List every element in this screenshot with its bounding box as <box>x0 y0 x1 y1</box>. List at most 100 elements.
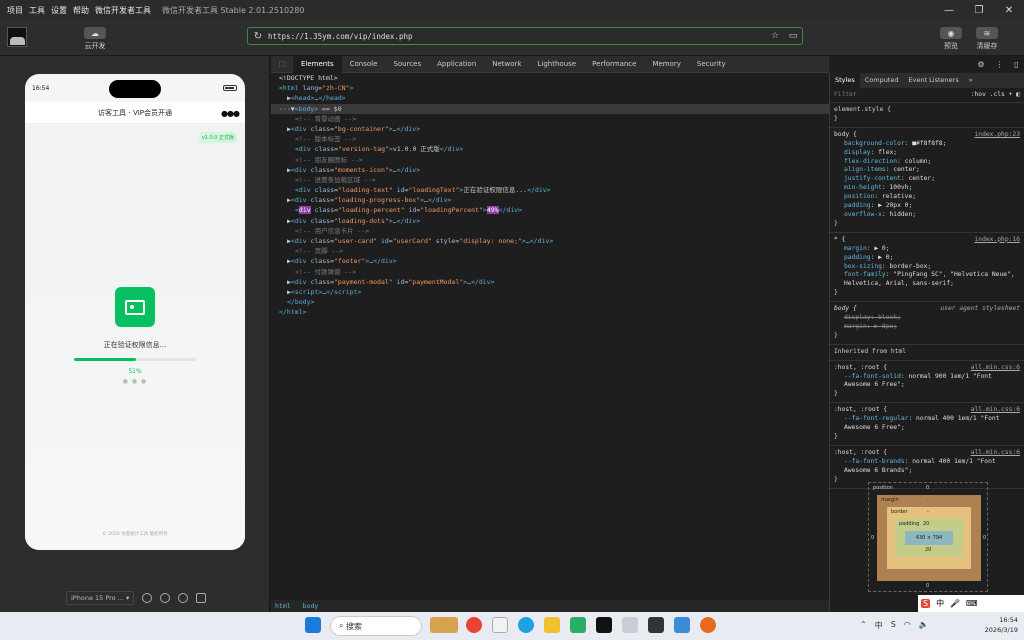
tab-performance[interactable]: Performance <box>584 56 644 73</box>
volume-icon[interactable]: 🔈 <box>919 620 929 631</box>
restore-icon[interactable]: ❐ <box>964 0 994 20</box>
menu-project[interactable]: 项目 <box>7 5 23 16</box>
chrome-icon[interactable] <box>466 617 482 633</box>
dom-node[interactable]: ▶<div class="loading-progress-box">…</di… <box>271 195 829 205</box>
tray-ime[interactable]: 中 <box>875 620 883 631</box>
wechat-icon[interactable] <box>622 617 638 633</box>
wechat-devtools-icon[interactable] <box>570 617 586 633</box>
css-declaration[interactable]: font-family: "PingFang SC", "Helvetica N… <box>834 271 1020 289</box>
tab-lighthouse[interactable]: Lighthouse <box>530 56 585 73</box>
browser-icon[interactable] <box>700 617 716 633</box>
minimize-icon[interactable]: — <box>934 0 964 20</box>
menu-tools[interactable]: 工具 <box>29 5 45 16</box>
root-rule-source[interactable]: all.min.css:6 <box>971 364 1020 373</box>
widget-icon[interactable] <box>430 617 458 633</box>
menu-help[interactable]: 帮助 <box>73 5 89 16</box>
device-select[interactable]: iPhone 15 Pro ... ▾ <box>66 591 135 605</box>
dom-node[interactable]: ▶<div class="payment-modal" id="paymentM… <box>271 277 829 287</box>
ime-mode[interactable]: 中 <box>936 598 944 609</box>
css-declaration[interactable]: margin: ▶ 0; <box>834 245 1020 254</box>
tab-security[interactable]: Security <box>689 56 734 73</box>
url-text[interactable]: https://1.35ym.com/vip/index.php <box>268 32 766 41</box>
menu-wechat-devtools[interactable]: 微信开发者工具 <box>95 5 151 16</box>
css-declaration[interactable]: box-sizing: border-box; <box>834 263 1020 272</box>
clear-cache-button[interactable]: ≋ 清缓存 <box>976 27 998 51</box>
record-icon[interactable] <box>160 593 171 603</box>
url-bar[interactable]: ↻ https://1.35ym.com/vip/index.php ☆ ▭ <box>247 27 803 45</box>
dom-node[interactable]: <!-- 付款弹窗 --> <box>271 267 829 277</box>
edge-icon[interactable] <box>518 617 534 633</box>
start-icon[interactable] <box>305 617 321 633</box>
explorer-icon[interactable] <box>544 617 560 633</box>
qq-icon[interactable] <box>596 617 612 633</box>
terminal-icon[interactable] <box>648 617 664 633</box>
dom-node[interactable]: <!DOCTYPE html> <box>271 73 829 83</box>
dom-node[interactable]: ▶<head>…</head> <box>271 93 829 103</box>
close-icon[interactable]: ✕ <box>994 0 1024 20</box>
chevron-up-icon[interactable]: ⌃ <box>860 620 867 631</box>
dom-node[interactable]: <div class="loading-text" id="loadingTex… <box>271 185 829 195</box>
styles-filter[interactable]: Filter :hov .cls + ◧ <box>830 88 1024 103</box>
dom-node[interactable]: <!-- 版本标签 --> <box>271 134 829 144</box>
dock-icon[interactable]: ▯ <box>1014 60 1018 69</box>
more-tabs-icon[interactable]: » <box>964 73 978 88</box>
clock[interactable]: 16:54 2026/3/19 <box>985 615 1018 635</box>
css-declaration[interactable]: flex-direction: column; <box>834 158 1020 167</box>
dom-node[interactable]: ···▼<body> == $0 <box>271 103 829 114</box>
tab-application[interactable]: Application <box>429 56 484 73</box>
preview-button[interactable]: ◉ 预览 <box>940 27 962 51</box>
body-rule-source[interactable]: index.php:23 <box>975 131 1021 140</box>
css-declaration[interactable]: align-items: center; <box>834 166 1020 175</box>
app-icon[interactable] <box>492 617 508 633</box>
tab-computed[interactable]: Computed <box>860 73 904 88</box>
mic-icon[interactable]: 🎤 <box>950 599 960 608</box>
tab-styles[interactable]: Styles <box>830 73 860 88</box>
more-icon[interactable]: ●●● <box>221 109 240 118</box>
taskbar-search[interactable]: ⌕ 搜索 <box>330 616 422 636</box>
folder-icon[interactable]: ▭ <box>784 31 802 41</box>
dom-node[interactable]: ▶<div class="footer">…</div> <box>271 256 829 266</box>
tab-network[interactable]: Network <box>484 56 529 73</box>
dom-node[interactable]: <div class="version-tag">v1.0.0 正式版</div… <box>271 144 829 154</box>
dom-node[interactable]: ▶<div class="bg-container">…</div> <box>271 124 829 134</box>
elements-tree[interactable]: <!DOCTYPE html> <html lang="zh-CN"> ▶<head… <box>271 73 829 600</box>
css-declaration[interactable]: display: flex; <box>834 149 1020 158</box>
dom-node[interactable]: <!-- 用户信息卡片 --> <box>271 226 829 236</box>
style-actions[interactable]: :hov .cls + ◧ <box>971 91 1024 100</box>
css-declaration[interactable]: display: block; <box>834 314 1020 323</box>
css-declaration[interactable]: margin: ▶ 8px; <box>834 323 1020 332</box>
tab-console[interactable]: Console <box>342 56 386 73</box>
css-declaration[interactable]: position: relative; <box>834 193 1020 202</box>
inspect-icon[interactable]: ⬚ <box>271 60 293 68</box>
sogou-tray-icon[interactable]: S <box>891 620 896 631</box>
dom-node[interactable]: <!-- 进度条加载区域 --> <box>271 175 829 185</box>
dom-node[interactable]: ▶<script>…</script> <box>271 287 829 297</box>
cloud-dev-button[interactable]: ☁ 云开发 <box>84 27 106 51</box>
mute-icon[interactable] <box>178 593 189 603</box>
dom-node[interactable]: </html> <box>271 307 829 317</box>
dom-node[interactable]: </body> <box>271 297 829 307</box>
star-icon[interactable]: ☆ <box>766 31 784 41</box>
css-declaration[interactable]: justify-content: center; <box>834 175 1020 184</box>
sogou-icon[interactable]: S <box>921 599 931 608</box>
dom-node[interactable]: <!-- 朋友圈图标 --> <box>271 155 829 165</box>
rotate-icon[interactable] <box>142 593 153 603</box>
css-declaration[interactable]: padding: ▶ 0; <box>834 254 1020 263</box>
css-declaration[interactable]: background-color: ■#f8f8f8; <box>834 140 1020 149</box>
root-rule-source[interactable]: all.min.css:6 <box>971 406 1020 415</box>
crumb-html[interactable]: html <box>275 602 291 610</box>
avatar[interactable] <box>7 27 27 47</box>
tool-icon[interactable] <box>674 617 690 633</box>
crumb-body[interactable]: body <box>303 602 319 610</box>
window-icon[interactable] <box>196 593 207 603</box>
reload-icon[interactable]: ↻ <box>248 31 268 42</box>
tab-sources[interactable]: Sources <box>385 56 429 73</box>
menu-settings[interactable]: 设置 <box>51 5 67 16</box>
dom-node[interactable]: ▶<div class="user-card" id="userCard" st… <box>271 236 829 246</box>
wifi-icon[interactable]: ◠ <box>904 620 911 631</box>
dom-node[interactable]: <html lang="zh-CN"> <box>271 83 829 93</box>
dom-node[interactable]: <div class="loading-percent" id="loading… <box>271 205 829 215</box>
keyboard-icon[interactable]: ⌨ <box>966 599 978 608</box>
css-declaration[interactable]: padding: ▶ 20px 0; <box>834 202 1020 211</box>
gear-icon[interactable]: ⚙ <box>977 60 984 69</box>
